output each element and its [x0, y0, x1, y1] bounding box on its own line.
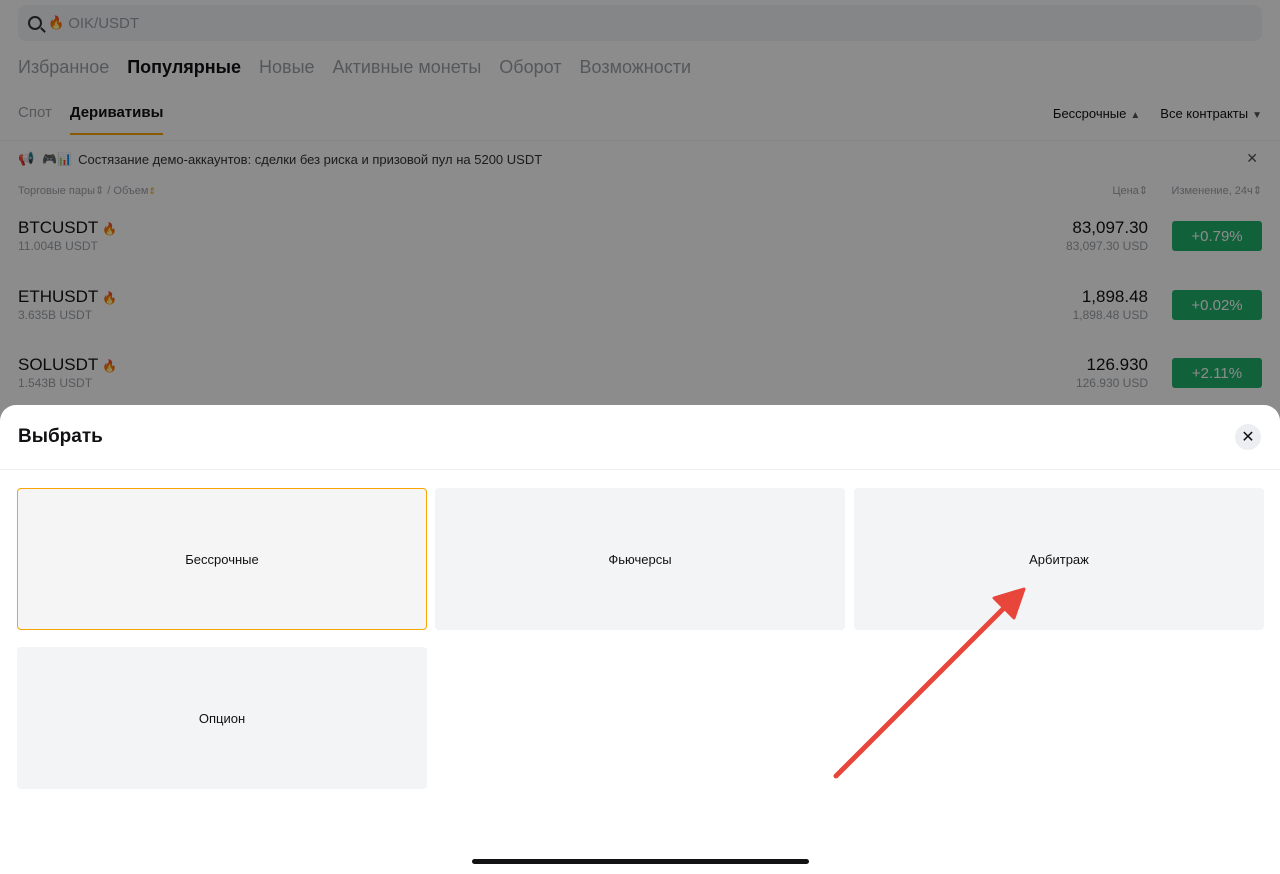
option-label: Бессрочные — [185, 551, 259, 567]
close-icon: ✕ — [1241, 429, 1255, 446]
close-button[interactable]: ✕ — [1235, 424, 1261, 450]
option-futures[interactable]: Фьючерсы — [435, 488, 845, 630]
option-label: Опцион — [198, 710, 246, 726]
home-indicator[interactable] — [472, 859, 809, 864]
option-label: Арбитраж — [1029, 551, 1089, 567]
option-arbitrage[interactable]: Арбитраж — [854, 488, 1264, 630]
option-options[interactable]: Опцион — [17, 647, 427, 789]
option-perpetual[interactable]: Бессрочные — [17, 488, 427, 630]
select-bottom-sheet: Выбрать ✕ Бессрочные Фьючерсы Арбитраж О… — [0, 405, 1280, 874]
divider — [0, 469, 1280, 470]
sheet-title: Выбрать — [18, 426, 103, 447]
option-label: Фьючерсы — [608, 551, 672, 567]
